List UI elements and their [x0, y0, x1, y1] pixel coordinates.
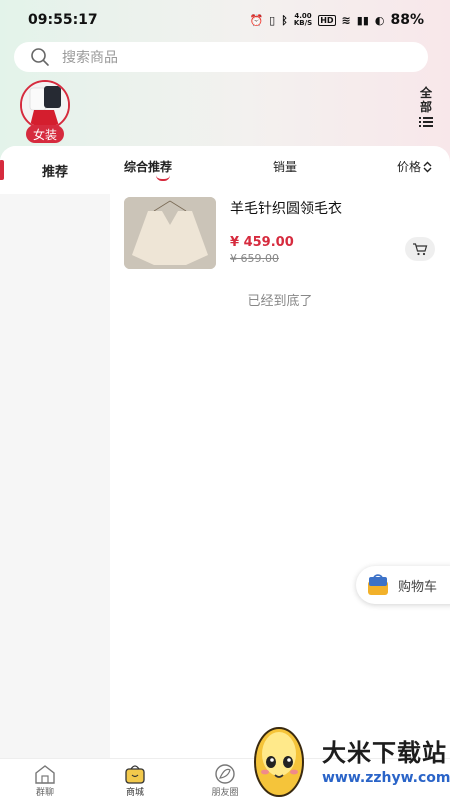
left-tab-recommend[interactable]: 推荐 [0, 146, 110, 194]
product-original-price: ¥ 659.00 [230, 252, 279, 265]
active-sort-underline [156, 175, 170, 181]
add-to-cart-button[interactable] [405, 237, 435, 261]
category-thumbnail[interactable] [20, 80, 70, 130]
left-tab-label: 推荐 [41, 164, 68, 180]
active-tab-indicator [0, 160, 4, 180]
cart-icon [413, 243, 428, 256]
sort-arrows-icon [423, 161, 432, 172]
status-bar: 09:55:17 ⏰ ▯ ᛒ 4.00 KB/S HD ≋ ▮▮ ◐ 88% [0, 0, 450, 40]
leaf-icon [215, 764, 235, 784]
shopping-bag-nav-icon [125, 765, 145, 784]
nav-label-group-chat: 群聊 [35, 788, 54, 798]
all-label-line1: 全 [419, 86, 432, 100]
sort-tabs: 综合推荐 销量 价格 [110, 146, 450, 186]
product-price: ¥ 459.00 [230, 235, 294, 250]
floating-cart-button[interactable]: 购物车 [356, 566, 450, 604]
product-name[interactable]: 羊毛针织圆领毛衣 [230, 198, 342, 218]
sort-tab-sales[interactable]: 销量 [273, 158, 297, 175]
floating-cart-label: 购物车 [398, 579, 438, 595]
vibrate-icon: ▯ [269, 13, 276, 27]
shopping-bag-icon [368, 574, 388, 595]
search-placeholder: 搜索商品 [62, 50, 118, 66]
nav-label-mall: 商城 [125, 788, 144, 798]
signal-icon: ▮▮ [356, 13, 369, 27]
battery-percent: 88% [390, 12, 424, 28]
hd-icon: HD [318, 14, 336, 26]
home-icon [35, 765, 55, 784]
battery-icon: ◐ [374, 13, 385, 27]
sweater-image [124, 197, 216, 269]
left-category-column [0, 194, 110, 758]
all-label-line2: 部 [419, 100, 432, 114]
product-image[interactable] [124, 197, 216, 269]
nav-item-mall[interactable]: 商城 [110, 763, 160, 798]
watermark-title: 大米下载站 [322, 739, 447, 767]
nav-item-group-chat[interactable]: 群聊 [20, 763, 70, 798]
end-of-list-message: 已经到底了 [247, 294, 313, 309]
search-icon [31, 48, 49, 66]
nav-item-moments[interactable]: 朋友圈 [200, 763, 250, 798]
all-categories-button[interactable]: 全 部 [414, 86, 438, 128]
category-image [22, 82, 68, 128]
product-panel: 推荐 综合推荐 销量 价格 羊毛针织圆领毛衣 ¥ 459.00 ¥ 659.00 [0, 146, 450, 758]
status-icons: ⏰ ▯ ᛒ 4.00 KB/S HD ≋ ▮▮ ◐ 88% [249, 12, 424, 28]
search-input[interactable]: 搜索商品 [14, 42, 428, 72]
network-speed-icon: 4.00 KB/S [293, 12, 313, 27]
alarm-icon: ⏰ [249, 13, 264, 27]
sort-tab-sales-label: 销量 [273, 160, 298, 174]
sort-tab-comprehensive[interactable]: 综合推荐 [124, 158, 173, 181]
watermark-url: www.zzhyw.com [322, 770, 450, 786]
watermark-mascot-icon [254, 727, 304, 797]
sort-tab-comprehensive-label: 综合推荐 [124, 160, 173, 174]
bluetooth-icon: ᛒ [281, 13, 288, 27]
sort-tab-price[interactable]: 价格 [397, 158, 432, 175]
list-icon [419, 117, 433, 127]
status-time: 09:55:17 [28, 12, 98, 28]
nav-label-moments: 朋友圈 [211, 788, 239, 798]
wifi-icon: ≋ [341, 13, 351, 27]
category-label[interactable]: 女装 [26, 125, 64, 143]
sort-tab-price-label: 价格 [397, 160, 422, 174]
